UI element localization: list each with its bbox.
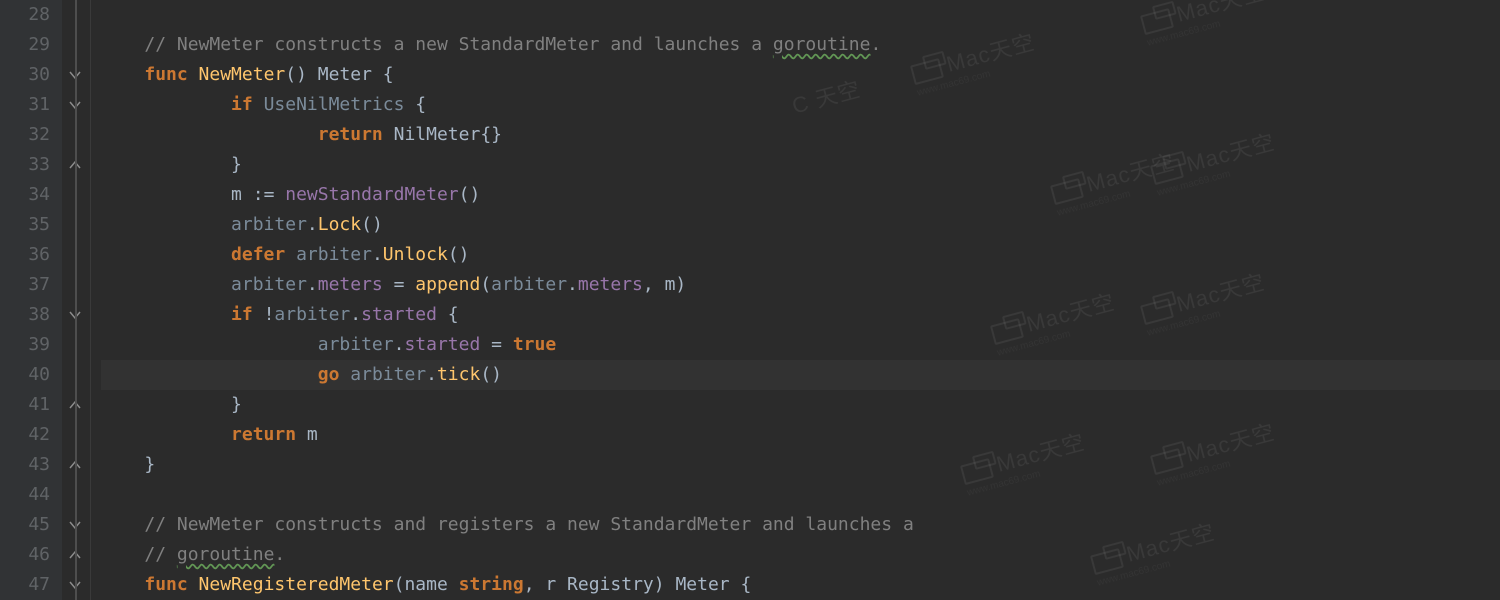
line-number: 42 xyxy=(0,420,62,450)
code-line[interactable]: } xyxy=(101,390,1500,420)
code-line[interactable]: func NewRegisteredMeter(name string, r R… xyxy=(101,570,1500,600)
code-line[interactable]: return m xyxy=(101,420,1500,450)
line-number-gutter: 2829303132333435363738394041424344454647 xyxy=(0,0,62,600)
code-line[interactable] xyxy=(101,0,1500,30)
code-editor[interactable]: 2829303132333435363738394041424344454647… xyxy=(0,0,1500,600)
code-line[interactable]: arbiter.meters = append(arbiter.meters, … xyxy=(101,270,1500,300)
line-number: 43 xyxy=(0,450,62,480)
line-number: 34 xyxy=(0,180,62,210)
fold-guide-line xyxy=(75,0,77,600)
code-line[interactable]: // goroutine. xyxy=(101,540,1500,570)
line-number: 46 xyxy=(0,540,62,570)
code-line[interactable]: arbiter.started = true xyxy=(101,330,1500,360)
code-line[interactable]: arbiter.Lock() xyxy=(101,210,1500,240)
line-number: 38 xyxy=(0,300,62,330)
code-line[interactable]: } xyxy=(101,150,1500,180)
code-line[interactable]: // NewMeter constructs and registers a n… xyxy=(101,510,1500,540)
code-line[interactable] xyxy=(101,480,1500,510)
code-line[interactable]: return NilMeter{} xyxy=(101,120,1500,150)
line-number: 29 xyxy=(0,30,62,60)
code-line[interactable]: go arbiter.tick() xyxy=(101,360,1500,390)
code-area[interactable]: Mac天空www.mac69.com Mac天空www.mac69.com C … xyxy=(91,0,1500,600)
code-line[interactable]: if !arbiter.started { xyxy=(101,300,1500,330)
code-line[interactable]: if UseNilMetrics { xyxy=(101,90,1500,120)
code-line[interactable]: // NewMeter constructs a new StandardMet… xyxy=(101,30,1500,60)
line-number: 32 xyxy=(0,120,62,150)
line-number: 28 xyxy=(0,0,62,30)
line-number: 40 xyxy=(0,360,62,390)
line-number: 35 xyxy=(0,210,62,240)
line-number: 31 xyxy=(0,90,62,120)
code-line[interactable]: defer arbiter.Unlock() xyxy=(101,240,1500,270)
line-number: 33 xyxy=(0,150,62,180)
code-line[interactable]: m := newStandardMeter() xyxy=(101,180,1500,210)
line-number: 47 xyxy=(0,570,62,600)
line-number: 37 xyxy=(0,270,62,300)
line-number: 30 xyxy=(0,60,62,90)
code-line[interactable]: func NewMeter() Meter { xyxy=(101,60,1500,90)
code-line[interactable]: } xyxy=(101,450,1500,480)
line-number: 45 xyxy=(0,510,62,540)
line-number: 41 xyxy=(0,390,62,420)
line-number: 39 xyxy=(0,330,62,360)
line-number: 44 xyxy=(0,480,62,510)
line-number: 36 xyxy=(0,240,62,270)
fold-column[interactable] xyxy=(62,0,91,600)
